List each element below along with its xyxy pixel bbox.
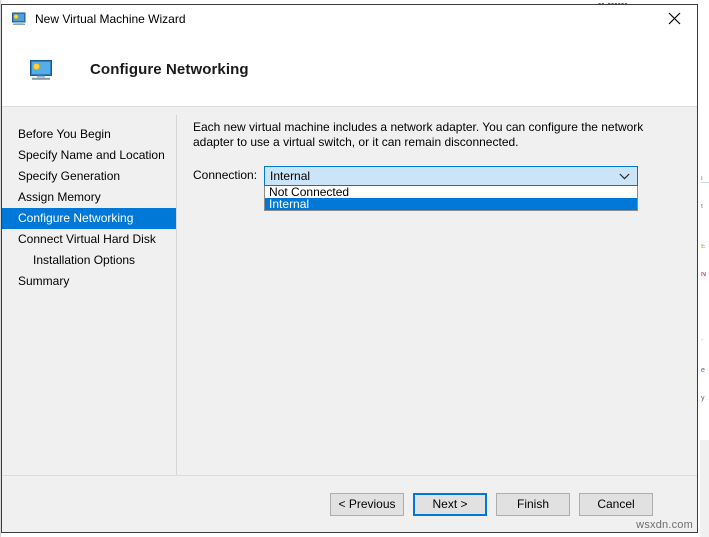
watermark: wsxdn.com xyxy=(636,519,693,531)
wizard-footer: < Previous Next > Finish Cancel wsxdn.co… xyxy=(2,475,697,532)
sidebar-item-configure-networking[interactable]: Configure Networking xyxy=(2,208,176,229)
connection-row: Connection: Internal Not Connected Inter… xyxy=(193,166,697,211)
window-title: New Virtual Machine Wizard xyxy=(35,12,186,26)
background-detail: . xyxy=(701,336,703,342)
background-detail: e xyxy=(701,368,705,374)
dropdown-option-internal[interactable]: Internal xyxy=(265,198,638,210)
next-button[interactable]: Next > xyxy=(413,492,487,516)
sidebar-item-specify-generation[interactable]: Specify Generation xyxy=(2,166,176,187)
wizard-header: Configure Networking xyxy=(2,33,697,107)
page-title: Configure Networking xyxy=(90,61,249,78)
sidebar-item-before-you-begin[interactable]: Before You Begin xyxy=(2,124,176,145)
networking-monitor-icon xyxy=(29,59,53,81)
wizard-body: Before You Begin Specify Name and Locati… xyxy=(2,107,697,478)
background-detail: N xyxy=(701,272,707,278)
background-bottom-band xyxy=(700,440,709,537)
background-detail: t xyxy=(701,204,703,210)
cancel-button[interactable]: Cancel xyxy=(579,492,653,516)
sidebar-item-assign-memory[interactable]: Assign Memory xyxy=(2,187,176,208)
wizard-content-panel: Each new virtual machine includes a netw… xyxy=(176,107,697,475)
background-detail xyxy=(701,182,709,183)
chevron-down-icon[interactable] xyxy=(619,167,630,185)
connection-selected-value: Internal xyxy=(270,169,311,183)
previous-button[interactable]: < Previous xyxy=(330,492,404,516)
wizard-step-sidebar: Before You Begin Specify Name and Locati… xyxy=(2,107,176,475)
sidebar-item-connect-virtual-hard-disk[interactable]: Connect Virtual Hard Disk xyxy=(2,229,176,250)
connection-select[interactable]: Internal xyxy=(264,166,639,186)
close-icon xyxy=(668,12,681,25)
connection-combobox-wrapper: Internal Not Connected Internal xyxy=(264,166,639,211)
virtual-machine-icon xyxy=(11,11,27,27)
sidebar-item-specify-name-and-location[interactable]: Specify Name and Location xyxy=(2,145,176,166)
background-detail: i xyxy=(701,176,703,182)
window-titlebar[interactable]: New Virtual Machine Wizard xyxy=(2,5,697,33)
new-virtual-machine-wizard-window: New Virtual Machine Wizard Configure Net… xyxy=(1,4,698,533)
sidebar-item-installation-options[interactable]: Installation Options xyxy=(2,250,176,271)
intro-description: Each new virtual machine includes a netw… xyxy=(193,120,644,149)
background-detail: E xyxy=(701,244,706,250)
sidebar-item-summary[interactable]: Summary xyxy=(2,271,176,292)
connection-dropdown-list[interactable]: Not Connected Internal xyxy=(264,186,639,211)
connection-label: Connection: xyxy=(193,168,258,182)
dropdown-option-not-connected[interactable]: Not Connected xyxy=(265,186,637,198)
finish-button[interactable]: Finish xyxy=(496,492,570,516)
close-button[interactable] xyxy=(652,5,697,32)
background-detail: y xyxy=(701,396,705,402)
